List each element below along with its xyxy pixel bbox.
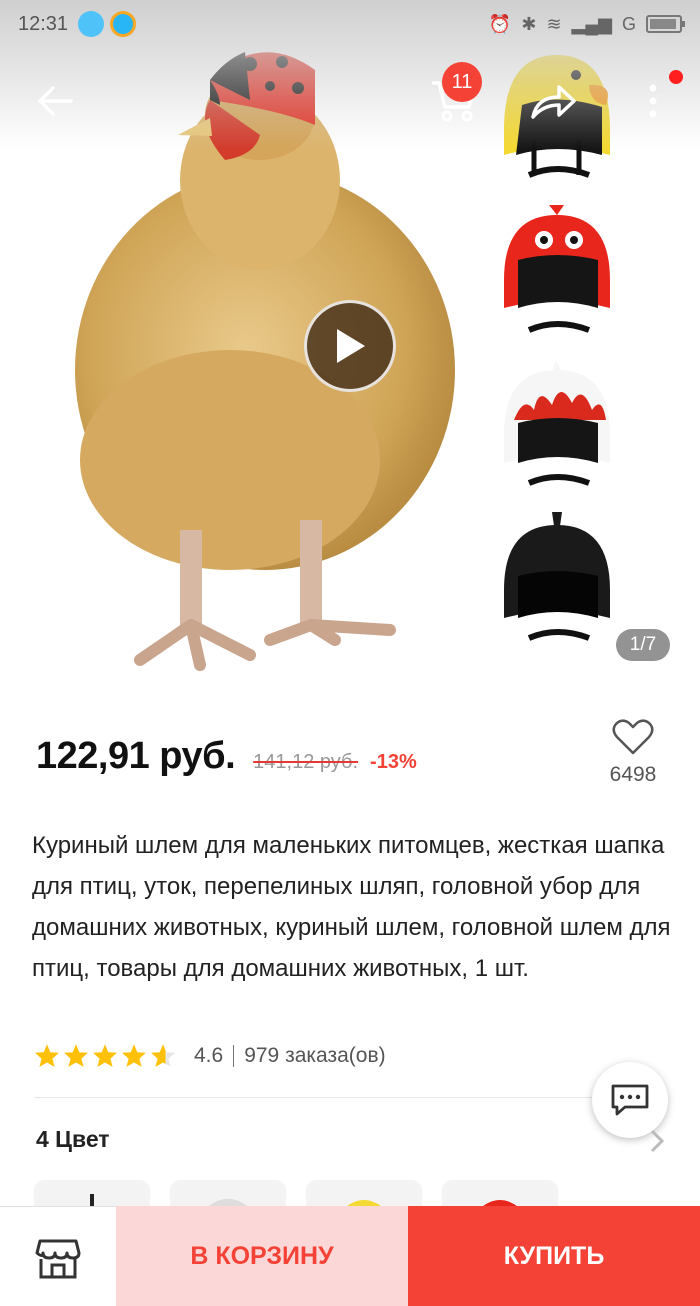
more-options-button[interactable] xyxy=(635,78,671,124)
old-price: 141,12 руб. xyxy=(253,751,359,773)
chat-button[interactable] xyxy=(592,1062,668,1138)
section-divider xyxy=(34,1097,594,1098)
cart-count-badge: 11 xyxy=(442,62,482,102)
status-bar: 12:31 ⏰ ✱ ≋ ▂▄▆ G xyxy=(0,0,700,48)
rating-divider xyxy=(233,1044,235,1067)
share-button[interactable] xyxy=(525,78,581,124)
store-icon xyxy=(35,1239,81,1278)
status-time: 12:31 xyxy=(18,12,69,35)
play-video-button[interactable] xyxy=(304,300,396,392)
thumbnail-white-flame-helmet[interactable] xyxy=(494,355,620,495)
wishlist-count: 6498 xyxy=(609,763,657,786)
arrow-left-icon xyxy=(38,86,73,116)
wifi-icon: ≋ xyxy=(546,13,562,34)
product-title: Куриный шлем для маленьких питомцев, жес… xyxy=(32,832,671,982)
status-right-icons: ⏰ ✱ ≋ ▂▄▆ G xyxy=(488,13,685,35)
orders-count: 979 заказа(ов) xyxy=(244,1043,386,1067)
bluetooth-icon: ✱ xyxy=(521,13,537,34)
alarm-icon: ⏰ xyxy=(488,13,512,34)
star-icon xyxy=(122,1044,146,1067)
star-icon xyxy=(93,1044,117,1067)
half-star-icon xyxy=(151,1044,175,1067)
thumbnail-red-helmet[interactable] xyxy=(494,200,620,340)
star-icon xyxy=(35,1044,59,1067)
bottom-action-bar: В КОРЗИНУ КУПИТЬ xyxy=(0,1206,700,1306)
wishlist-button[interactable]: 6498 xyxy=(598,718,668,787)
ghost-app-icon xyxy=(78,11,105,37)
network-type: G xyxy=(621,13,636,34)
status-notification-icons xyxy=(78,11,137,37)
add-to-cart-button[interactable]: В КОРЗИНУ xyxy=(116,1206,408,1306)
back-button[interactable] xyxy=(30,78,80,124)
rating-value: 4.6 xyxy=(194,1043,224,1067)
buy-now-button[interactable]: КУПИТЬ xyxy=(408,1206,700,1306)
discount-label: -13% xyxy=(370,751,417,773)
star-icon xyxy=(64,1044,88,1067)
image-page-indicator: 1/7 xyxy=(616,629,670,661)
mail-app-icon xyxy=(110,11,137,37)
more-vertical-icon xyxy=(649,84,657,118)
price-row: 122,91 руб. 141,12 руб. -13% xyxy=(36,735,417,778)
chat-bubble-icon xyxy=(611,1084,649,1116)
signal-icon: ▂▄▆ xyxy=(571,13,612,34)
current-price: 122,91 руб. xyxy=(36,735,236,777)
store-button[interactable] xyxy=(0,1206,116,1306)
rating-row[interactable]: 4.6 979 заказа(ов) xyxy=(34,1043,386,1068)
battery-icon xyxy=(646,15,685,33)
play-icon xyxy=(337,329,365,363)
chevron-right-icon[interactable] xyxy=(648,1128,666,1154)
color-section-title: 4 Цвет xyxy=(36,1126,110,1152)
rating-stars xyxy=(34,1043,176,1068)
product-gallery[interactable]: 1/7 xyxy=(0,0,700,690)
thumbnail-black-helmet[interactable] xyxy=(494,510,620,650)
notification-dot xyxy=(669,70,683,84)
share-icon xyxy=(531,85,576,119)
heart-icon xyxy=(612,719,654,755)
